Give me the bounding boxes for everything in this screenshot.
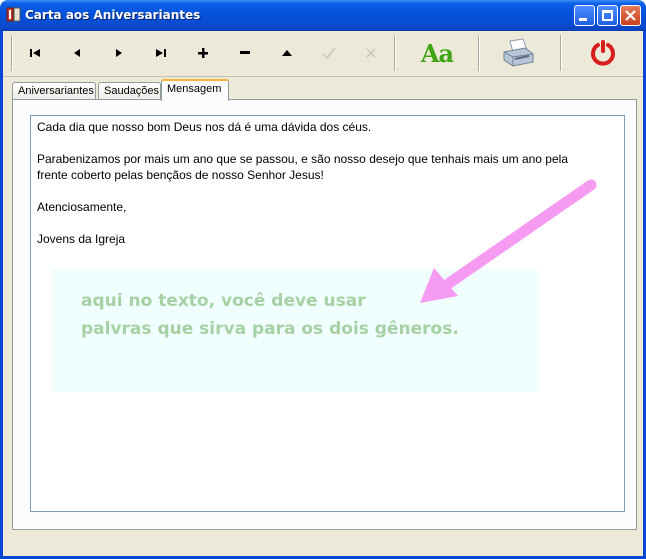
last-record-button[interactable] [141, 36, 181, 70]
power-icon [591, 40, 615, 66]
memo-line: frente coberto pelas bençãos de nosso Se… [37, 168, 324, 182]
tab-label: Mensagem [167, 83, 222, 95]
memo-line: Atenciosamente, [37, 200, 127, 214]
annotation-line: aqui no texto, você deve usar [81, 291, 366, 311]
up-triangle-icon [282, 50, 292, 56]
close-button[interactable] [620, 5, 641, 26]
annotation-note: aqui no texto, você deve usar palvras qu… [52, 269, 539, 392]
book-icon [6, 7, 21, 22]
minus-icon [240, 51, 250, 54]
last-icon [156, 49, 166, 57]
font-icon: Aa [420, 38, 454, 68]
insert-button[interactable] [183, 36, 223, 70]
prior-record-button[interactable] [57, 36, 97, 70]
title-bar[interactable]: Carta aos Aniversariantes [0, 0, 646, 31]
tab-aniversariantes[interactable]: Aniversariantes [12, 82, 96, 100]
tab-label: Aniversariantes [18, 85, 94, 97]
memo-line: Parabenizamos por mais um ano que se pas… [37, 152, 568, 166]
cancel-button[interactable] [351, 36, 391, 70]
memo-line: Cada dia que nosso bom Deus nos dá é uma… [37, 120, 372, 134]
plus-icon [198, 48, 208, 58]
close-icon [625, 10, 636, 21]
memo-line: Jovens da Igreja [37, 232, 126, 246]
toolbar-separator [560, 35, 562, 71]
toolbar: Aa [3, 31, 643, 77]
next-record-button[interactable] [99, 36, 139, 70]
next-icon [116, 49, 122, 57]
first-icon [30, 49, 40, 57]
window-title: Carta aos Aniversariantes [25, 8, 201, 22]
prior-icon [74, 49, 80, 57]
tab-saudacoes[interactable]: Saudações [98, 82, 161, 100]
first-record-button[interactable] [15, 36, 55, 70]
post-button[interactable] [309, 36, 349, 70]
check-icon [322, 47, 336, 59]
tab-mensagem[interactable]: Mensagem [161, 79, 229, 101]
minimize-icon [579, 18, 587, 21]
annotation-line: palvras que sirva para os dois gêneros. [81, 319, 459, 339]
tab-label: Saudações [104, 85, 160, 97]
exit-button[interactable] [583, 36, 623, 70]
edit-button[interactable] [267, 36, 307, 70]
maximize-button[interactable] [597, 5, 618, 26]
toolbar-separator [478, 35, 480, 71]
printer-icon [503, 38, 534, 67]
delete-button[interactable] [225, 36, 265, 70]
print-button[interactable] [498, 36, 538, 70]
toolbar-separator [11, 35, 13, 71]
toolbar-separator [394, 35, 396, 71]
cross-icon [366, 48, 376, 58]
maximize-icon [602, 10, 613, 21]
font-button[interactable]: Aa [412, 36, 462, 70]
minimize-button[interactable] [574, 5, 595, 26]
